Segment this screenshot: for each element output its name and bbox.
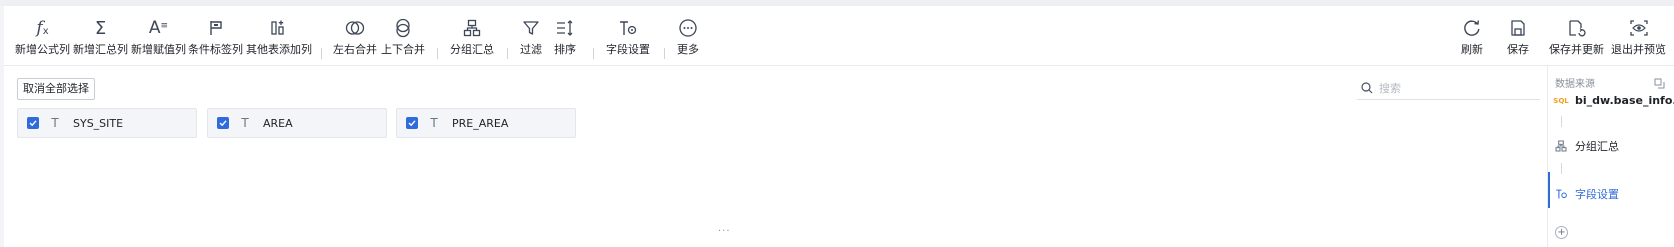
field-name: PRE_AREA xyxy=(452,116,509,130)
step-field-settings[interactable]: 字段设置 xyxy=(1554,186,1619,202)
add-assign-column-label: 新增赋值列 xyxy=(131,43,186,56)
left-right-merge-button[interactable]: 左右合并 xyxy=(333,16,377,62)
left-right-merge-label: 左右合并 xyxy=(333,43,377,56)
step-connector xyxy=(1561,116,1562,127)
refresh-button[interactable]: 刷新 xyxy=(1461,16,1483,62)
flag-icon xyxy=(207,16,225,40)
save-update-icon xyxy=(1567,16,1587,40)
save-button[interactable]: 保存 xyxy=(1507,16,1529,62)
toolbar-separator xyxy=(593,48,594,59)
expand-icon[interactable] xyxy=(1654,74,1665,93)
add-column-icon xyxy=(270,16,288,40)
field-settings-icon xyxy=(1554,188,1568,200)
search-placeholder: 搜索 xyxy=(1379,81,1401,95)
editor-frame: fx 新增公式列 Σ 新增汇总列 A ≡ 新增赋值列 条件标签列 其他表添加列 … xyxy=(4,6,1674,247)
field-checkbox[interactable] xyxy=(217,117,229,129)
field-selection-area: 取消全部选择 搜索 T SYS_SITE T AREA T PRE_AREA ·… xyxy=(4,66,1546,247)
group-summary-icon xyxy=(463,16,481,40)
check-icon xyxy=(29,120,37,127)
refresh-icon xyxy=(1462,16,1482,40)
step-data-source[interactable]: SQL bi_dw.base_info... xyxy=(1553,94,1674,107)
formula-icon: fx xyxy=(36,18,49,38)
up-down-merge-label: 上下合并 xyxy=(381,43,425,56)
text-type-icon: T xyxy=(241,116,249,130)
toolbar-separator xyxy=(321,48,322,59)
add-summary-column-button[interactable]: Σ 新增汇总列 xyxy=(73,16,128,62)
resize-handle[interactable]: ··· xyxy=(718,226,731,237)
filter-icon xyxy=(522,16,540,40)
add-formula-column-button[interactable]: fx 新增公式列 xyxy=(15,16,70,62)
toolbar-separator xyxy=(664,48,665,59)
filter-label: 过滤 xyxy=(520,43,542,56)
field-settings-icon xyxy=(618,16,638,40)
steps-panel: 数据来源 SQL bi_dw.base_info... 分组汇总 字段设置 + xyxy=(1547,66,1674,247)
sort-label: 排序 xyxy=(554,43,576,56)
add-column-from-other-table-label: 其他表添加列 xyxy=(246,43,312,56)
more-button[interactable]: 更多 xyxy=(677,16,699,62)
more-label: 更多 xyxy=(677,43,699,56)
step-group-summary[interactable]: 分组汇总 xyxy=(1554,138,1619,154)
text-type-icon: T xyxy=(51,116,59,130)
sql-icon: SQL xyxy=(1553,96,1569,105)
save-and-update-button[interactable]: 保存并更新 xyxy=(1549,16,1604,62)
add-formula-column-label: 新增公式列 xyxy=(15,43,70,56)
up-down-merge-icon xyxy=(394,16,412,40)
exit-and-preview-button[interactable]: 退出并预览 xyxy=(1611,16,1666,62)
save-icon xyxy=(1509,16,1527,40)
field-card[interactable]: T AREA xyxy=(207,108,387,138)
more-icon xyxy=(678,16,698,40)
field-name: AREA xyxy=(263,116,293,130)
search-icon xyxy=(1361,81,1373,94)
group-summary-label: 分组汇总 xyxy=(450,43,494,56)
preview-icon xyxy=(1629,16,1649,40)
sort-button[interactable]: 排序 xyxy=(554,16,576,62)
field-checkbox[interactable] xyxy=(27,117,39,129)
panel-title: 数据来源 xyxy=(1555,79,1595,90)
step-group-summary-label: 分组汇总 xyxy=(1575,140,1619,153)
sort-icon xyxy=(555,16,575,40)
refresh-label: 刷新 xyxy=(1461,43,1483,56)
field-checkbox[interactable] xyxy=(406,117,418,129)
sigma-icon: Σ xyxy=(94,17,107,39)
add-column-from-other-table-button[interactable]: 其他表添加列 xyxy=(246,16,312,62)
check-icon xyxy=(219,120,227,127)
active-step-indicator xyxy=(1548,172,1550,208)
field-settings-button[interactable]: 字段设置 xyxy=(606,16,650,62)
toolbar: fx 新增公式列 Σ 新增汇总列 A ≡ 新增赋值列 条件标签列 其他表添加列 … xyxy=(4,6,1674,66)
step-data-source-label: bi_dw.base_info... xyxy=(1575,94,1674,107)
field-name: SYS_SITE xyxy=(73,116,124,130)
cancel-all-selection-button[interactable]: 取消全部选择 xyxy=(17,78,95,100)
field-card[interactable]: T SYS_SITE xyxy=(17,108,197,138)
check-icon xyxy=(408,120,416,127)
save-label: 保存 xyxy=(1507,43,1529,56)
text-type-icon: T xyxy=(430,116,438,130)
add-assign-column-button[interactable]: A ≡ 新增赋值列 xyxy=(131,16,186,62)
left-right-merge-icon xyxy=(345,16,365,40)
add-condition-tag-column-button[interactable]: 条件标签列 xyxy=(188,16,243,62)
step-connector xyxy=(1561,163,1562,174)
step-field-settings-label: 字段设置 xyxy=(1575,188,1619,201)
group-summary-icon xyxy=(1554,140,1568,152)
toolbar-separator xyxy=(437,48,438,59)
exit-and-preview-label: 退出并预览 xyxy=(1611,43,1666,56)
filter-button[interactable]: 过滤 xyxy=(520,16,542,62)
group-summary-button[interactable]: 分组汇总 xyxy=(450,16,494,62)
add-summary-column-label: 新增汇总列 xyxy=(73,43,128,56)
search-input[interactable]: 搜索 xyxy=(1357,76,1540,100)
save-and-update-label: 保存并更新 xyxy=(1549,43,1604,56)
field-settings-label: 字段设置 xyxy=(606,43,650,56)
field-card[interactable]: T PRE_AREA xyxy=(396,108,576,138)
add-step-button[interactable]: + xyxy=(1555,226,1568,239)
toolbar-separator xyxy=(507,48,508,59)
assign-value-icon: A ≡ xyxy=(148,18,169,38)
up-down-merge-button[interactable]: 上下合并 xyxy=(381,16,425,62)
add-condition-tag-column-label: 条件标签列 xyxy=(188,43,243,56)
